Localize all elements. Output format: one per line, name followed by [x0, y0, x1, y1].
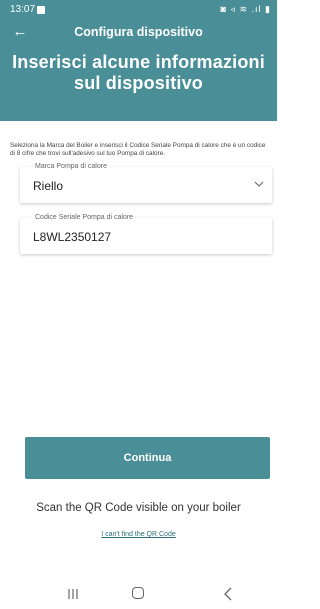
serial-code-value: L8WL2350127 — [33, 230, 112, 244]
qr-scan-text: Scan the QR Code visible on your boiler — [36, 502, 241, 514]
nav-back-icon[interactable] — [223, 587, 233, 601]
brand-select-label: Marca Pompa di calore — [33, 163, 109, 170]
page-headline: Inserisci alcune informazioni sul dispos… — [12, 52, 265, 93]
message-icon — [37, 6, 45, 14]
app-header: ← Configura dispositivo Inserisci alcune… — [0, 20, 277, 121]
continue-button[interactable]: Continua — [25, 437, 270, 479]
page-title: Configura dispositivo — [74, 25, 203, 39]
status-time: 13:07 — [10, 4, 36, 15]
system-nav-bar — [0, 579, 277, 609]
home-icon[interactable] — [132, 587, 144, 599]
brand-select-value: Riello — [33, 179, 64, 193]
status-bar: 13:07 ◙ ◃ ≋ .ıl ▮ — [0, 0, 277, 20]
qr-not-found-link[interactable]: I can't find the QR Code — [0, 531, 277, 538]
serial-code-label: Codice Seriale Pompa di calore — [33, 214, 136, 221]
brand-select[interactable]: Marca Pompa di calore Riello — [20, 163, 272, 203]
serial-code-field[interactable]: Codice Seriale Pompa di calore L8WL23501… — [20, 214, 272, 254]
chevron-down-icon — [254, 181, 264, 187]
instructions-text: Seleziona la Marca del Boiler e inserisc… — [10, 142, 266, 157]
status-icons: ◙ ◃ ≋ .ıl ▮ — [220, 4, 271, 14]
recents-icon[interactable] — [67, 588, 79, 600]
